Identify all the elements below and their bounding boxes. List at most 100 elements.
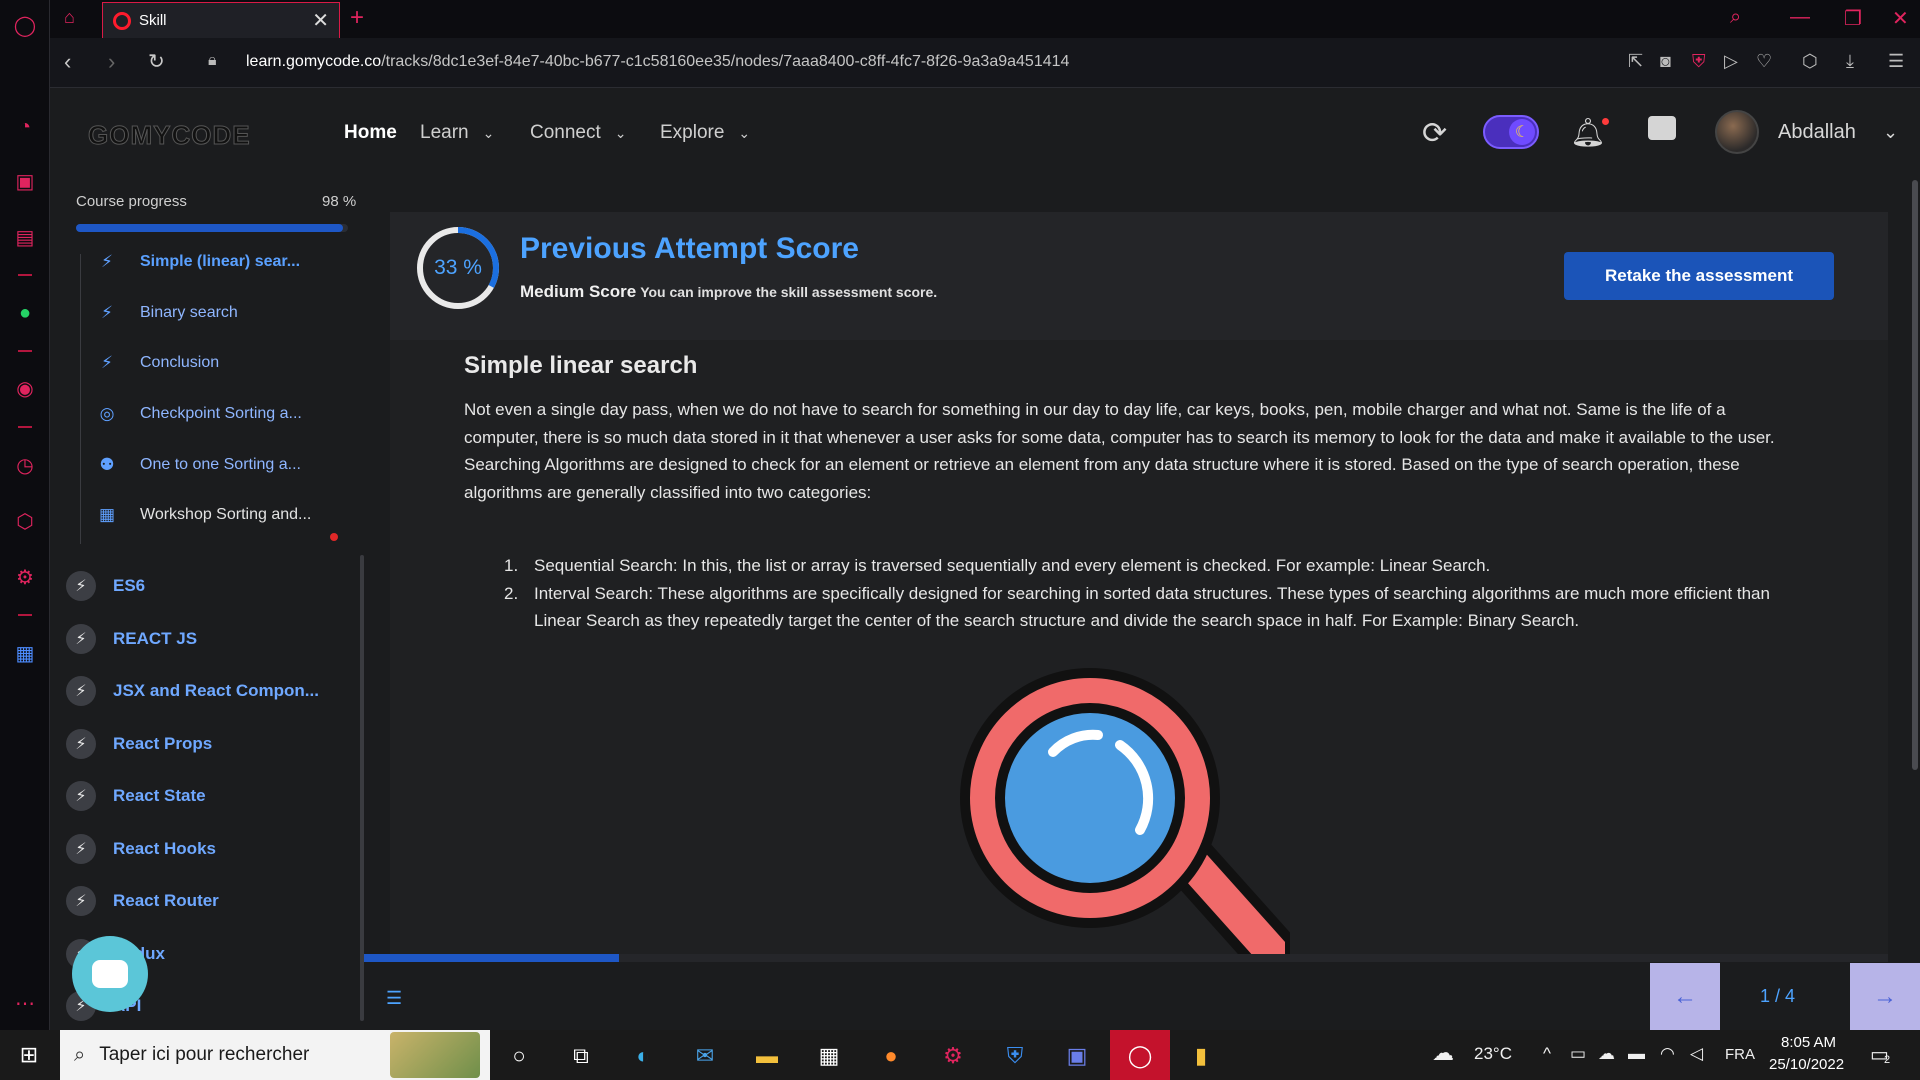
bell-icon[interactable]: 🔔︎	[1570, 116, 1606, 149]
dark-mode-toggle[interactable]: ☾	[1483, 115, 1539, 149]
retake-assessment-button[interactable]: Retake the assessment	[1564, 252, 1834, 300]
sidebar-scrollbar[interactable]	[360, 555, 364, 1021]
onedrive-icon[interactable]: ☁	[1598, 1044, 1615, 1064]
sidebar-module-jsx[interactable]: ⚡︎ JSX and React Compon...	[66, 675, 319, 707]
opera-taskbar-button[interactable]: ◯	[1110, 1030, 1170, 1080]
more-icon[interactable]: ⋯	[12, 990, 38, 1016]
nav-explore[interactable]: Explore ⌄	[660, 122, 750, 144]
weather-temp[interactable]: 23°C	[1474, 1044, 1512, 1064]
tab-bar: ⌂ Skill ✕ + ⌕ — ❐ ✕	[50, 0, 1920, 38]
minimize-icon[interactable]: —	[1790, 6, 1810, 29]
rail-separator	[18, 274, 32, 276]
restore-icon[interactable]: ❐	[1844, 6, 1862, 31]
workspace-icon[interactable]: ▣	[12, 168, 38, 194]
task-view-icon[interactable]: ⧉	[565, 1040, 597, 1072]
module-label: React State	[113, 786, 206, 805]
share-icon[interactable]: ⇱	[1628, 51, 1643, 72]
sidebar-item-simple-linear-search[interactable]: ⚡︎ Simple (linear) sear...	[96, 247, 300, 277]
new-tab-icon[interactable]: +	[350, 4, 364, 32]
close-window-icon[interactable]: ✕	[1892, 6, 1909, 31]
reload-icon[interactable]: ↻	[148, 49, 165, 74]
nav-home[interactable]: Home	[344, 122, 397, 144]
nav-learn-label: Learn	[420, 122, 469, 143]
weather-icon[interactable]: ☁	[1432, 1040, 1454, 1066]
opera-favicon-icon	[113, 11, 131, 30]
extensions-icon[interactable]: ⬡	[12, 508, 38, 534]
avatar[interactable]	[1715, 110, 1759, 154]
speed-dial-icon[interactable]: ◔	[12, 114, 38, 140]
list-number: 2.	[504, 583, 519, 603]
outline-list-icon[interactable]: ☰	[386, 988, 402, 1009]
cortana-icon[interactable]: ○	[503, 1040, 535, 1072]
nav-learn[interactable]: Learn ⌄	[420, 122, 494, 144]
firefox-icon[interactable]: ●	[875, 1040, 907, 1072]
edge-icon[interactable]: ◐	[627, 1040, 659, 1072]
page-scrollbar[interactable]	[1912, 180, 1918, 770]
clock-date[interactable]: 25/10/2022	[1769, 1056, 1844, 1073]
gaming-app-icon[interactable]: ⚙	[937, 1040, 969, 1072]
sidebar-module-react-js[interactable]: ⚡︎ REACT JS	[66, 623, 197, 655]
messages-icon[interactable]	[1648, 116, 1676, 140]
history-icon[interactable]: ◷	[12, 452, 38, 478]
security-app-icon[interactable]: ⛨	[999, 1040, 1031, 1072]
download-icon[interactable]: ⤓	[1846, 51, 1854, 72]
volume-icon[interactable]: ◁	[1690, 1044, 1703, 1064]
back-icon[interactable]: ‹	[64, 49, 71, 75]
user-name[interactable]: Abdallah	[1778, 121, 1856, 144]
heart-icon[interactable]: ♡	[1756, 51, 1772, 72]
sidebar-module-react-props[interactable]: ⚡︎ React Props	[66, 728, 212, 760]
snapshot-icon[interactable]: ◙	[1660, 51, 1671, 72]
next-page-button[interactable]: →	[1850, 963, 1920, 1030]
sidebar-module-react-state[interactable]: ⚡︎ React State	[66, 780, 206, 812]
twitch-icon[interactable]: ▤	[12, 224, 38, 250]
language-indicator[interactable]: FRA	[1725, 1046, 1755, 1063]
sidebar-module-react-router[interactable]: ⚡︎ React Router	[66, 885, 219, 917]
settings-icon[interactable]: ⚙	[12, 564, 38, 590]
sidebar-item-conclusion[interactable]: ⚡︎ Conclusion	[96, 348, 219, 378]
search-tabs-icon[interactable]: ⌕	[1730, 6, 1741, 29]
chevron-down-icon[interactable]: ⌄	[1883, 122, 1898, 143]
mail-icon[interactable]: ✉	[689, 1040, 721, 1072]
easy-setup-icon[interactable]: ☰	[1888, 51, 1904, 72]
files-icon[interactable]: ▮	[1185, 1040, 1217, 1072]
nav-connect[interactable]: Connect ⌄	[530, 122, 627, 144]
cube-icon[interactable]: ⬡	[1802, 51, 1818, 72]
windows-start-icon[interactable]: ⊞	[0, 1030, 58, 1080]
battery-icon[interactable]: ▬	[1628, 1044, 1645, 1064]
whatsapp-icon[interactable]: ●	[12, 300, 38, 326]
gomycode-logo[interactable]: GOMYCODE	[88, 120, 251, 151]
sidebar-item-binary-search[interactable]: ⚡︎ Binary search	[96, 298, 238, 328]
url-field[interactable]: learn.gomycode.co/tracks/8dc1e3ef-84e7-4…	[246, 53, 1069, 71]
vpn-shield-icon[interactable]: ⛨	[1692, 51, 1706, 72]
gamepad-icon[interactable]: ⌂	[64, 7, 75, 28]
send-icon[interactable]: ▷	[1724, 51, 1738, 72]
sidebar-item-one-to-one[interactable]: ⚉ One to one Sorting a...	[96, 450, 301, 480]
file-explorer-icon[interactable]: ▬	[751, 1040, 783, 1072]
sidebar-item-workshop[interactable]: ▦ Workshop Sorting and...	[96, 500, 311, 530]
sidebar-module-react-hooks[interactable]: ⚡︎ React Hooks	[66, 833, 216, 865]
sync-icon[interactable]: ⟳	[1422, 116, 1447, 151]
support-chat-button[interactable]	[72, 936, 148, 1012]
search-icon: ⌕	[74, 1043, 86, 1066]
score-ring-label: 33 %	[416, 226, 500, 310]
tab-skill[interactable]: Skill ✕	[102, 2, 340, 38]
sidebar-item-checkpoint[interactable]: ◎ Checkpoint Sorting a...	[96, 399, 302, 429]
close-tab-icon[interactable]: ✕	[312, 8, 329, 33]
teams-icon[interactable]: ▣	[1061, 1040, 1093, 1072]
score-hint: You can improve the skill assessment sco…	[640, 284, 938, 300]
opera-logo-icon[interactable]: ◯	[12, 12, 38, 38]
player-icon[interactable]: ◉	[12, 375, 38, 401]
meet-icon[interactable]: ▭	[1570, 1044, 1586, 1064]
taskbar-search-input[interactable]: ⌕ Taper ici pour rechercher	[60, 1030, 490, 1080]
clock-time[interactable]: 8:05 AM	[1781, 1034, 1836, 1051]
chevron-up-icon[interactable]: ^	[1543, 1044, 1551, 1064]
sidebar-item-label: Workshop Sorting and...	[140, 506, 312, 523]
previous-page-button[interactable]: ←	[1650, 963, 1720, 1030]
store-icon[interactable]: ▦	[813, 1040, 845, 1072]
course-progress-fill	[76, 224, 343, 232]
wifi-icon[interactable]: ◠	[1660, 1044, 1675, 1064]
forward-icon[interactable]: ›	[108, 49, 115, 75]
sidebar-module-es6[interactable]: ⚡︎ ES6	[66, 570, 145, 602]
translate-icon[interactable]: ▦	[12, 640, 38, 666]
module-label: ES6	[113, 576, 146, 595]
